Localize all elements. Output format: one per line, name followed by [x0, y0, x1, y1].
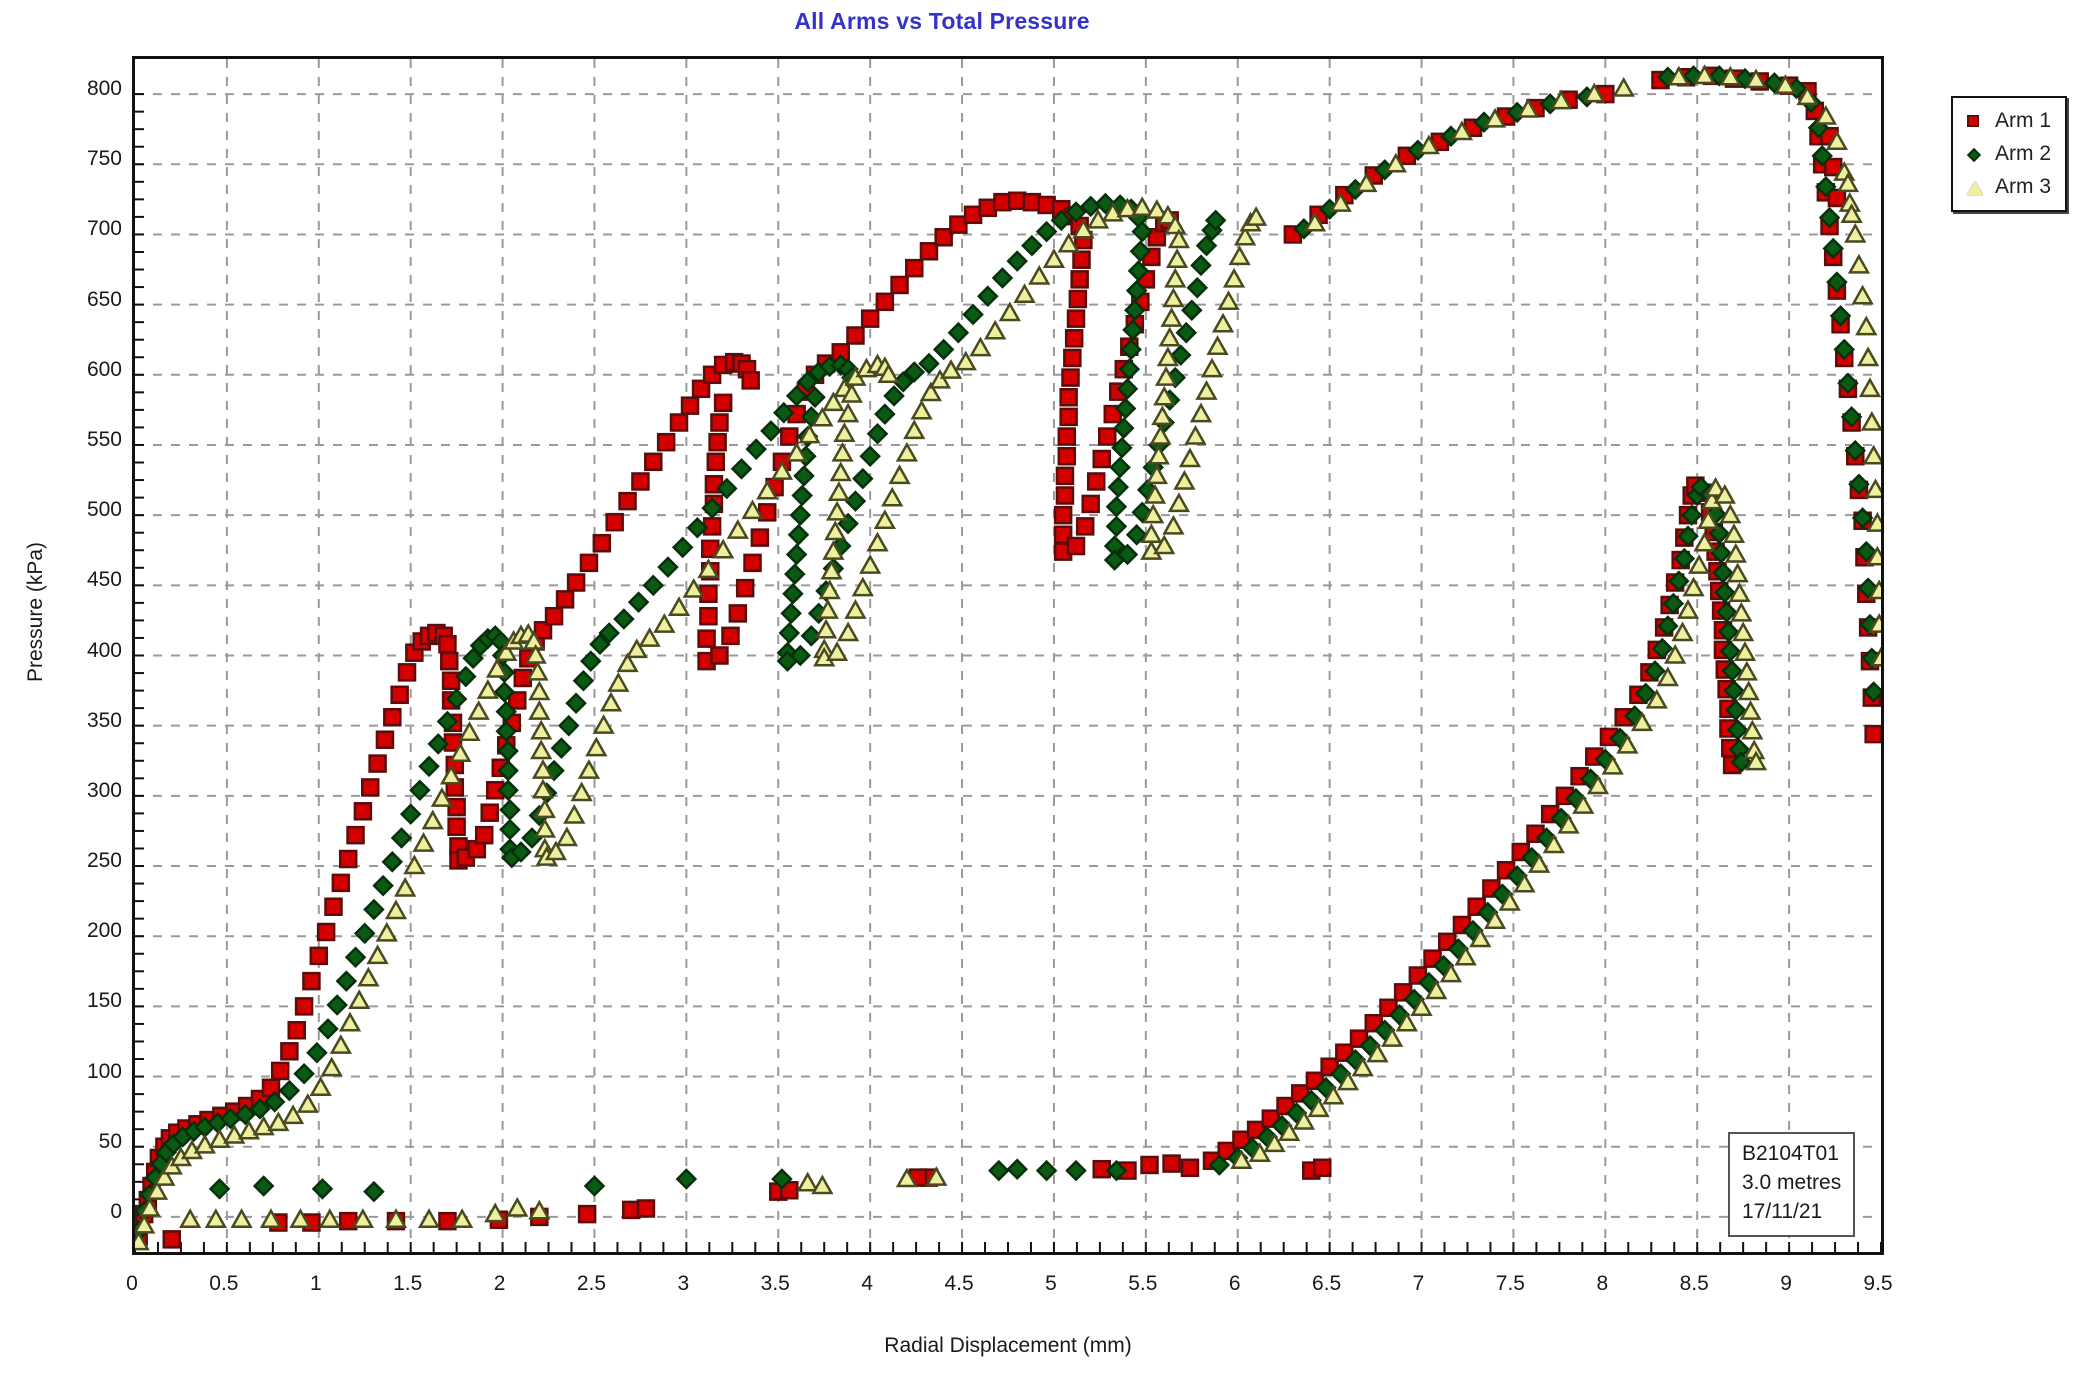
y-tick-label: 750 [86, 147, 122, 171]
triangle-marker-icon [1961, 176, 1989, 198]
x-tick-label: 5.5 [1128, 1272, 1158, 1295]
chart-legend: Arm 1 Arm 2 Arm 3 [1951, 96, 2068, 212]
square-marker-icon [1961, 110, 1989, 132]
y-tick-label: 150 [86, 989, 122, 1013]
x-tick-label: 0 [126, 1272, 138, 1295]
y-tick-label: 250 [86, 849, 122, 873]
x-tick-label: 0.5 [209, 1272, 239, 1295]
x-tick-label: 8.5 [1679, 1272, 1709, 1295]
chart-page: All Arms vs Total Pressure Pressure (kPa… [0, 0, 2082, 1374]
x-tick-label: 3 [677, 1272, 690, 1295]
y-tick-label: 50 [98, 1129, 122, 1153]
legend-item-arm-1[interactable]: Arm 1 [1961, 104, 2051, 137]
y-tick-label: 600 [86, 357, 122, 381]
y-tick-label: 200 [86, 919, 122, 943]
x-tick-label: 9 [1780, 1272, 1792, 1295]
annotation-depth: 3.0 metres [1742, 1170, 1842, 1194]
plot-canvas [135, 59, 1881, 1252]
plot-area [132, 56, 1884, 1255]
x-tick-label: 5 [1045, 1272, 1057, 1295]
x-tick-label: 1.5 [393, 1272, 423, 1295]
y-tick-label: 650 [86, 287, 122, 311]
legend-label-arm-3: Arm 3 [1995, 174, 2052, 198]
y-tick-label: 100 [86, 1059, 122, 1083]
x-tick-label: 2.5 [576, 1272, 607, 1295]
x-tick-label: 4.5 [944, 1272, 974, 1295]
legend-item-arm-2[interactable]: Arm 2 [1961, 137, 2051, 170]
x-axis-title: Radial Displacement (mm) [884, 1334, 1132, 1357]
x-tick-label: 6.5 [1312, 1272, 1342, 1295]
y-tick-label: 400 [86, 638, 122, 662]
diamond-marker-icon [1961, 143, 1989, 165]
y-tick-label: 350 [86, 708, 122, 732]
x-tick-label: 7.5 [1495, 1272, 1525, 1295]
x-tick-label: 8 [1596, 1272, 1609, 1295]
x-tick-label: 4 [861, 1272, 873, 1295]
annotation-borehole-id: B2104T01 [1742, 1142, 1839, 1165]
annotation-date: 17/11/21 [1742, 1199, 1823, 1223]
legend-label-arm-1: Arm 1 [1995, 108, 2052, 132]
x-tick-label: 3.5 [760, 1272, 790, 1295]
y-tick-label: 700 [86, 217, 122, 241]
x-tick-label: 2 [493, 1272, 506, 1295]
x-tick-label: 9.5 [1863, 1272, 1893, 1295]
y-tick-label: 0 [110, 1199, 122, 1223]
x-axis-tick-labels: 0 0.5 1 1.5 2 2.5 3 3.5 4 4.5 5 5.5 6 6.5 7 7.5 8 8.5 9 9.5 [0, 1272, 2082, 1312]
x-tick-label: 6 [1228, 1272, 1241, 1295]
legend-item-arm-3[interactable]: Arm 3 [1961, 170, 2051, 203]
legend-label-arm-2: Arm 2 [1995, 141, 2052, 165]
chart-title: All Arms vs Total Pressure [794, 8, 1090, 34]
y-tick-label: 450 [86, 568, 122, 592]
x-tick-label: 7 [1412, 1272, 1425, 1295]
y-tick-label: 550 [86, 427, 122, 451]
test-info-annotation: B2104T01 3.0 metres 17/11/21 [1728, 1132, 1856, 1237]
x-tick-label: 1 [309, 1272, 322, 1295]
y-tick-label: 300 [86, 778, 122, 802]
y-tick-label: 500 [86, 498, 122, 522]
y-tick-label: 800 [86, 77, 122, 101]
y-axis-tick-labels: 0 50 100 150 200 250 300 350 400 450 500 550 600 650 7… [0, 0, 122, 1374]
